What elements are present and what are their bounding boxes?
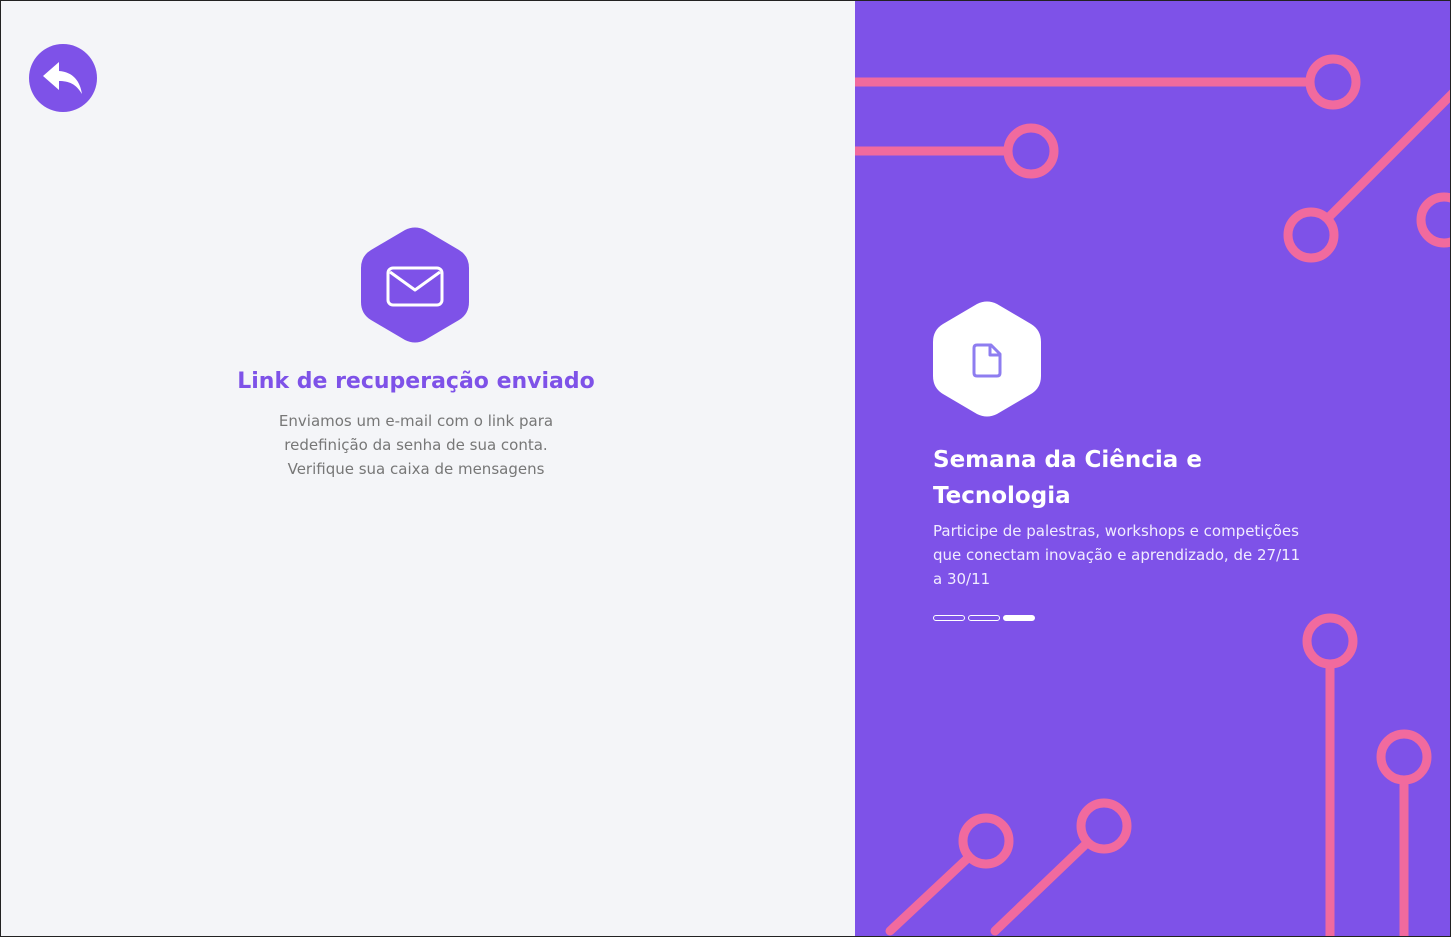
document-badge [933, 300, 1041, 418]
success-message: Enviamos um e-mail com o link para redef… [216, 409, 616, 481]
reply-arrow-icon [43, 62, 82, 94]
promo-description-line: Participe de palestras, workshops e comp… [933, 522, 1299, 540]
success-message-line: Verifique sua caixa de mensagens [287, 460, 545, 478]
carousel-dot-3[interactable] [1003, 615, 1035, 621]
promo-panel: Semana da Ciência e Tecnologia Participe… [855, 1, 1450, 936]
promo-description-line: a 30/11 [933, 570, 991, 588]
promo-description-line: que conectam inovação e aprendizado, de … [933, 546, 1301, 564]
promo-description: Participe de palestras, workshops e comp… [933, 519, 1353, 591]
success-message-line: redefinição da senha de sua conta. [284, 436, 548, 454]
carousel-dot-2[interactable] [968, 615, 1000, 621]
app-frame: Link de recuperação enviado Enviamos um … [0, 0, 1451, 937]
promo-title-line: Semana da Ciência e [933, 447, 1202, 473]
carousel-indicators [933, 615, 1035, 621]
promo-title-line: Tecnologia [933, 483, 1071, 509]
promo-title: Semana da Ciência e Tecnologia [933, 442, 1273, 514]
back-button[interactable] [29, 44, 97, 112]
success-message-line: Enviamos um e-mail com o link para [278, 412, 554, 430]
success-title: Link de recuperação enviado [237, 369, 595, 394]
envelope-badge [361, 226, 469, 344]
carousel-dot-1[interactable] [933, 615, 965, 621]
left-panel: Link de recuperação enviado Enviamos um … [1, 1, 855, 936]
